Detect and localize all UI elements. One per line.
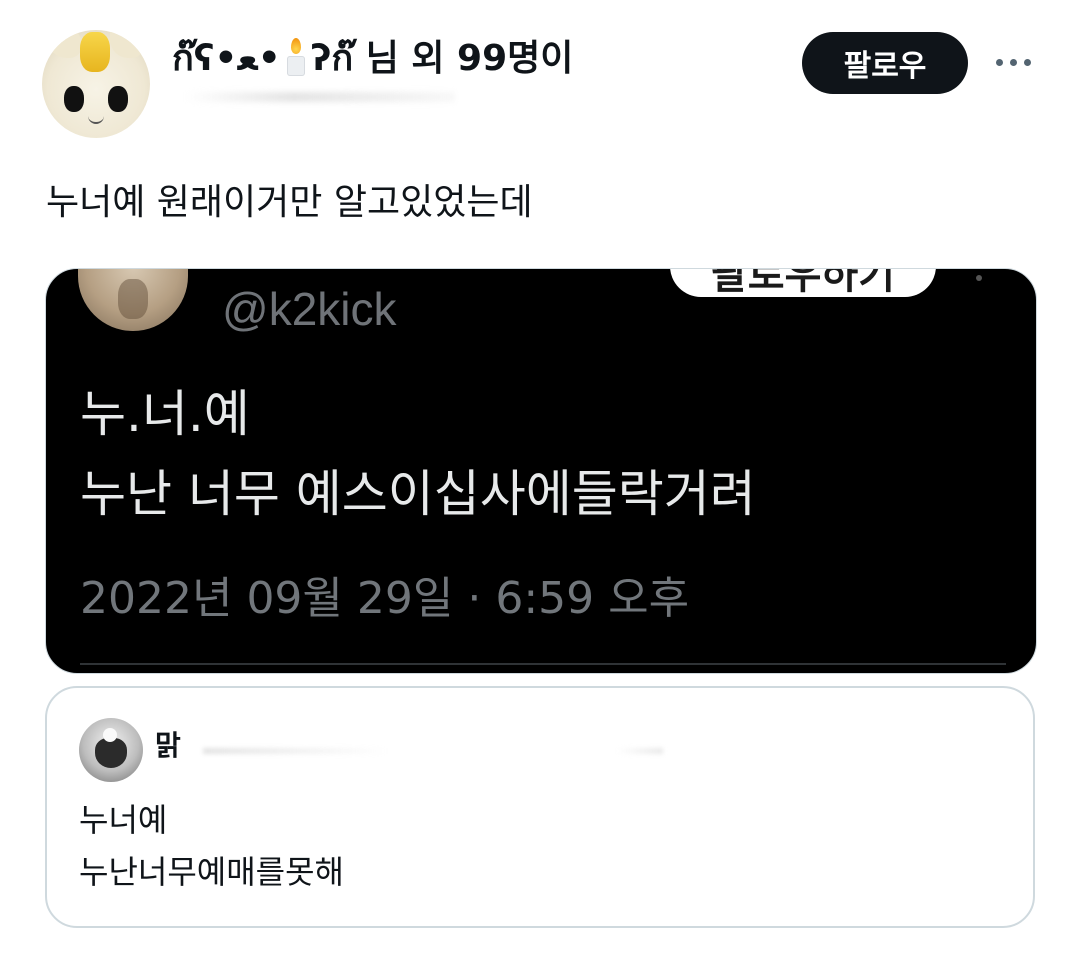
more-icon[interactable]: [988, 42, 1040, 82]
avatar-eye-left: [64, 86, 84, 112]
quote-text-line-2: 누난너무예매를못해: [79, 853, 344, 891]
embedded-follow-button: 팔로우하기: [670, 268, 936, 297]
embedded-avatar: [78, 269, 188, 331]
embedded-timestamp: 2022년 09월 29일 · 6:59 오후: [80, 573, 690, 624]
tweet-image[interactable]: @k2kick 팔로우하기 누.너.예 누난 너무 예스이십사에들락거려 202…: [45, 268, 1037, 674]
more-dot: [1024, 59, 1031, 66]
candle-icon: [285, 36, 307, 76]
candle-stick: [286, 56, 305, 76]
quote-avatar: [79, 718, 143, 782]
display-name[interactable]: ก๊ʕ•ﻌ• ʔก๊ 님 외 99명이: [172, 36, 573, 81]
embedded-line-2: 누난 너무 예스이십사에들락거려: [80, 465, 756, 523]
follow-button[interactable]: 팔로우: [802, 32, 968, 94]
avatar-mouth: [88, 116, 104, 124]
candle-flame: [290, 38, 301, 54]
avatar-eye-right: [108, 86, 128, 112]
display-name-suffix: ʔก๊ 님 외 99명이: [310, 38, 574, 79]
quoted-tweet[interactable]: 맑 누너예 누난너무예매를못해: [45, 686, 1035, 928]
quote-text-line-1: 누너예: [79, 801, 168, 839]
embedded-more-icon: [976, 275, 982, 281]
embedded-line-1: 누.너.예: [80, 385, 250, 443]
avatar-ear-left: [48, 30, 82, 58]
avatar-ear-right: [110, 30, 144, 58]
tweet-text: 누너예 원래이거만 알고있었는데: [46, 182, 533, 223]
handle-redacted: [185, 92, 455, 102]
more-dot: [996, 59, 1003, 66]
embedded-divider: [80, 663, 1006, 665]
quote-author-name: 맑: [155, 729, 181, 762]
display-name-prefix: ก๊ʕ•ﻌ•: [172, 38, 281, 79]
avatar[interactable]: [42, 30, 150, 138]
embedded-follow-label: 팔로우하기: [711, 268, 895, 297]
more-dot: [1010, 59, 1017, 66]
avatar-coin: [80, 32, 110, 72]
quote-handle-redacted: [203, 748, 663, 754]
embedded-handle: @k2kick: [222, 283, 397, 335]
